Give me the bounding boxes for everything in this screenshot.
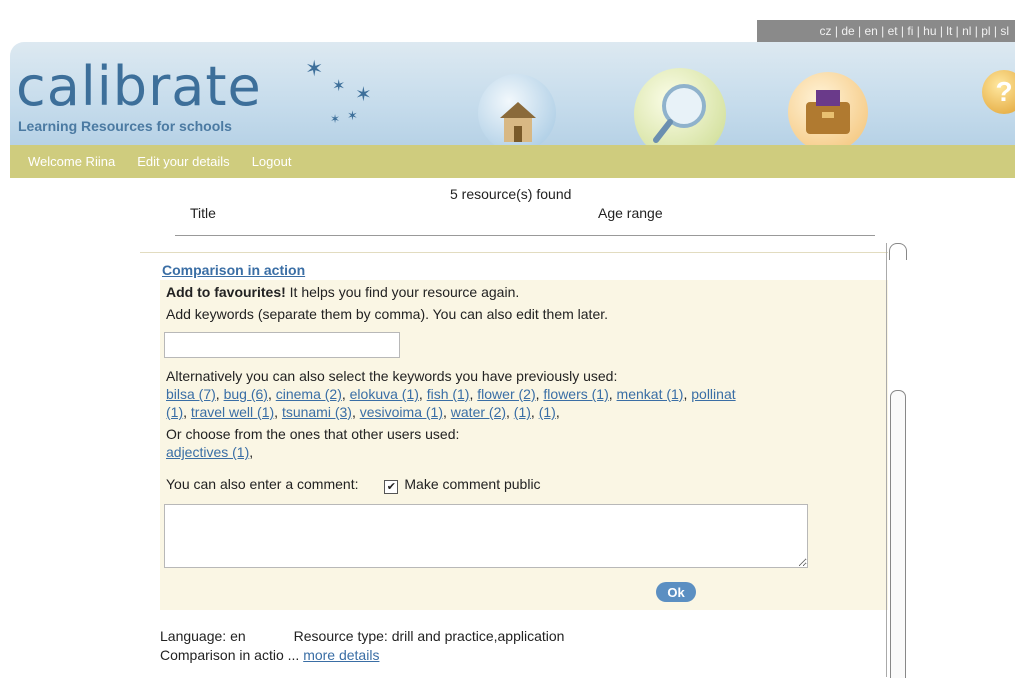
resource-item: Comparison in action Add to favourites! …: [140, 250, 888, 677]
star-icon: ✶: [355, 84, 372, 106]
help-icon[interactable]: ?: [982, 70, 1015, 114]
favourite-heading: Add to favourites!: [166, 284, 286, 300]
divider: [175, 235, 875, 236]
resource-title-link[interactable]: Comparison in action: [162, 262, 305, 278]
star-icon: ✶: [305, 56, 324, 81]
comment-textarea[interactable]: [164, 504, 808, 568]
user-nav-bar: Welcome Riina Edit your details Logout: [10, 145, 1015, 178]
ok-button[interactable]: Ok: [656, 582, 696, 602]
keyword-link[interactable]: vesivoima (1): [360, 404, 443, 420]
help-icon-glyph: ?: [995, 76, 1013, 107]
keyword-link[interactable]: travel well (1): [191, 404, 274, 420]
keyword-link[interactable]: (1): [539, 404, 556, 420]
keywords-instruction: Add keywords (separate them by comma). Y…: [166, 306, 609, 322]
keyword-link[interactable]: flowers (1): [543, 386, 608, 402]
comment-row: You can also enter a comment: ✔ Make comm…: [166, 476, 541, 494]
resource-type-info: Resource type: drill and practice,applic…: [293, 628, 565, 644]
language-selector[interactable]: cz | de | en | et | fi | hu | lt | nl | …: [757, 20, 1015, 42]
resource-meta: Language: en Resource type: drill and pra…: [160, 628, 564, 644]
keyword-link[interactable]: cinema (2): [276, 386, 342, 402]
keyword-link[interactable]: adjectives (1): [166, 444, 249, 460]
logout-link[interactable]: Logout: [252, 154, 292, 169]
description-snippet: Comparison in actio ...: [160, 647, 300, 663]
welcome-text: Welcome Riina: [28, 154, 116, 169]
previous-keywords-list: bilsa (7), bug (6), cinema (2), elokuva …: [166, 386, 736, 402]
star-icon: ✶: [347, 108, 358, 123]
resource-description: Comparison in actio ... more details: [160, 647, 379, 663]
keywords-input[interactable]: [164, 332, 400, 358]
star-icon: ✶: [330, 112, 341, 126]
more-details-link[interactable]: more details: [303, 647, 379, 663]
keyword-link[interactable]: tsunami (3): [282, 404, 352, 420]
favourite-intro: Add to favourites! It helps you find you…: [166, 284, 519, 300]
keyword-link[interactable]: flower (2): [477, 386, 535, 402]
keyword-link[interactable]: pollinat: [691, 386, 735, 402]
keyword-link[interactable]: fish (1): [427, 386, 470, 402]
previous-keywords-list-2: (1), travel well (1), tsunami (3), vesiv…: [166, 404, 560, 420]
scrollbar-top-cap[interactable]: [889, 243, 907, 260]
others-keywords-list: adjectives (1),: [166, 444, 254, 460]
logo-tagline: Learning Resources for schools: [18, 118, 232, 134]
column-header-age-range[interactable]: Age range: [598, 205, 663, 221]
previous-keywords-label: Alternatively you can also select the ke…: [166, 368, 618, 384]
results-count: 5 resource(s) found: [450, 186, 572, 202]
others-keywords-label: Or choose from the ones that other users…: [166, 426, 460, 442]
add-favourite-panel: Add to favourites! It helps you find you…: [160, 280, 888, 610]
briefcase-icon[interactable]: [788, 72, 868, 145]
edit-details-link[interactable]: Edit your details: [137, 154, 230, 169]
keyword-link[interactable]: elokuva (1): [350, 386, 419, 402]
house-icon[interactable]: [478, 74, 556, 145]
comment-label: You can also enter a comment:: [166, 476, 359, 492]
make-public-label: Make comment public: [404, 476, 541, 492]
keyword-link[interactable]: bilsa (7): [166, 386, 216, 402]
magnifier-icon[interactable]: [634, 68, 726, 145]
scrollbar-thumb[interactable]: [890, 390, 906, 678]
logo[interactable]: calibrate: [16, 60, 262, 114]
language-info: Language: en: [160, 628, 246, 644]
column-header-title[interactable]: Title: [190, 205, 216, 221]
header-banner: calibrate Learning Resources for schools…: [10, 42, 1015, 145]
keyword-link[interactable]: (1): [166, 404, 183, 420]
make-public-checkbox[interactable]: ✔: [384, 480, 399, 494]
keyword-link[interactable]: (1): [514, 404, 531, 420]
keyword-link[interactable]: menkat (1): [617, 386, 684, 402]
keyword-link[interactable]: bug (6): [224, 386, 268, 402]
star-icon: ✶: [332, 78, 346, 95]
keyword-link[interactable]: water (2): [451, 404, 506, 420]
favourite-hint: It helps you find your resource again.: [285, 284, 520, 300]
